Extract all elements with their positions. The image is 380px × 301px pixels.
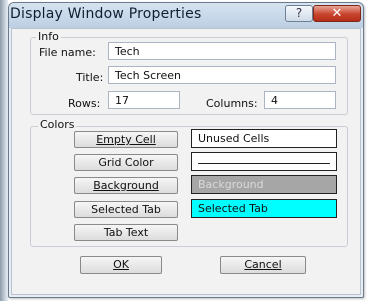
rows-field[interactable]: 17 bbox=[108, 91, 180, 109]
tab-text-button[interactable]: Tab Text bbox=[74, 224, 178, 241]
file-name-field[interactable]: Tech bbox=[108, 42, 336, 60]
title-field[interactable]: Tech Screen bbox=[108, 66, 336, 84]
cancel-button-label: Cancel bbox=[244, 258, 282, 271]
close-icon: ✕ bbox=[331, 6, 343, 21]
background-swatch: Background bbox=[191, 175, 337, 194]
selected-tab-swatch: Selected Tab bbox=[191, 199, 337, 218]
info-legend: Info bbox=[36, 30, 61, 43]
empty-cell-button[interactable]: Empty Cell bbox=[74, 131, 178, 148]
grid-line-sample bbox=[198, 163, 330, 164]
selected-tab-button[interactable]: Selected Tab bbox=[74, 201, 178, 218]
grid-color-button[interactable]: Grid Color bbox=[74, 154, 178, 171]
columns-field[interactable]: 4 bbox=[264, 91, 336, 109]
window-title: Display Window Properties bbox=[10, 6, 202, 22]
ok-button[interactable]: OK bbox=[80, 256, 162, 274]
background-button-label: Background bbox=[93, 179, 159, 192]
rows-label: Rows: bbox=[68, 97, 101, 110]
file-name-label: File name: bbox=[39, 46, 96, 59]
background-button[interactable]: Background bbox=[74, 177, 178, 194]
window-edge bbox=[0, 0, 8, 301]
ok-button-label: OK bbox=[113, 258, 129, 271]
help-button[interactable]: ? bbox=[285, 5, 313, 22]
grid-color-swatch bbox=[191, 152, 337, 171]
columns-label: Columns: bbox=[206, 97, 258, 110]
cancel-button[interactable]: Cancel bbox=[220, 256, 306, 274]
empty-cell-button-label: Empty Cell bbox=[96, 133, 156, 146]
colors-legend: Colors bbox=[38, 118, 77, 131]
close-button[interactable]: ✕ bbox=[313, 5, 361, 22]
empty-cell-swatch: Unused Cells bbox=[191, 129, 337, 148]
title-label: Title: bbox=[76, 71, 104, 84]
